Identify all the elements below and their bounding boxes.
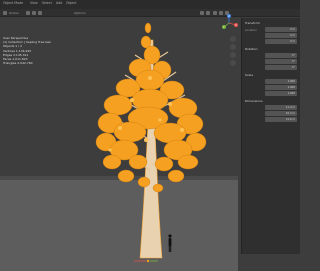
snap-icon[interactable] [32,10,36,15]
rotation-label: Rotation [245,47,258,51]
ground-plane [0,180,238,271]
header-bar: Object Mode View Select Add Object [0,0,300,9]
viewport-nav-buttons [230,36,238,68]
blender-window: Object Mode View Select Add Object Globa… [0,0,300,271]
xray-icon[interactable] [206,10,210,15]
rotation-x-field[interactable]: 0° [245,53,297,58]
object-menu[interactable]: Object [66,1,76,5]
location-z-field[interactable]: 0 m [245,39,297,44]
camera-view-icon[interactable] [230,52,236,58]
3d-viewport[interactable]: User Perspective (1) Collection | Saplin… [0,16,238,271]
navigation-gizmo[interactable]: X Y Z [219,13,239,33]
pivot-icon[interactable] [26,10,30,15]
sidebar-item-panel: Transform Location 0 m 0 m 0 m Rotation 0… [241,18,300,254]
dimensions-z-field[interactable]: 21.6 m [245,117,297,122]
location-x-field[interactable]: Location 0 m [245,27,297,32]
proportional-edit-icon[interactable] [38,10,42,15]
shading-solid-icon[interactable] [213,10,217,15]
triangles-count: Triangles 2,042,760 [3,61,33,66]
dimensions-y-field[interactable]: 10.3 m [245,111,297,116]
viewport-stats: User Perspective (1) Collection | Saplin… [3,36,51,65]
orientation-dropdown[interactable]: Global [9,11,19,15]
transform-orientation-icon[interactable] [3,10,7,15]
scale-z-field[interactable]: 1.000 [245,91,297,96]
select-menu[interactable]: Select [42,1,52,5]
add-menu[interactable]: Add [56,1,62,5]
scale-y-field[interactable]: 1.000 [245,85,297,90]
view-menu[interactable]: View [30,1,38,5]
scale-label: Scale [245,73,254,77]
transform-section-header[interactable]: Transform [245,21,260,25]
location-y-field[interactable]: 0 m [245,33,297,38]
zoom-icon[interactable] [230,36,236,42]
pan-hand-icon[interactable] [230,44,236,50]
rotation-y-field[interactable]: 0° [245,59,297,64]
rotation-z-field[interactable]: 0° [245,65,297,70]
overlay-icon[interactable] [200,10,204,15]
options-dropdown[interactable]: Options [74,11,86,15]
ortho-grid-icon[interactable] [230,60,236,66]
mode-menu[interactable]: Object Mode [3,1,23,5]
scale-x-field[interactable]: 1.000 [245,79,297,84]
dimensions-label: Dimensions [245,99,263,103]
dimensions-x-field[interactable]: 11.4 m [245,105,297,110]
